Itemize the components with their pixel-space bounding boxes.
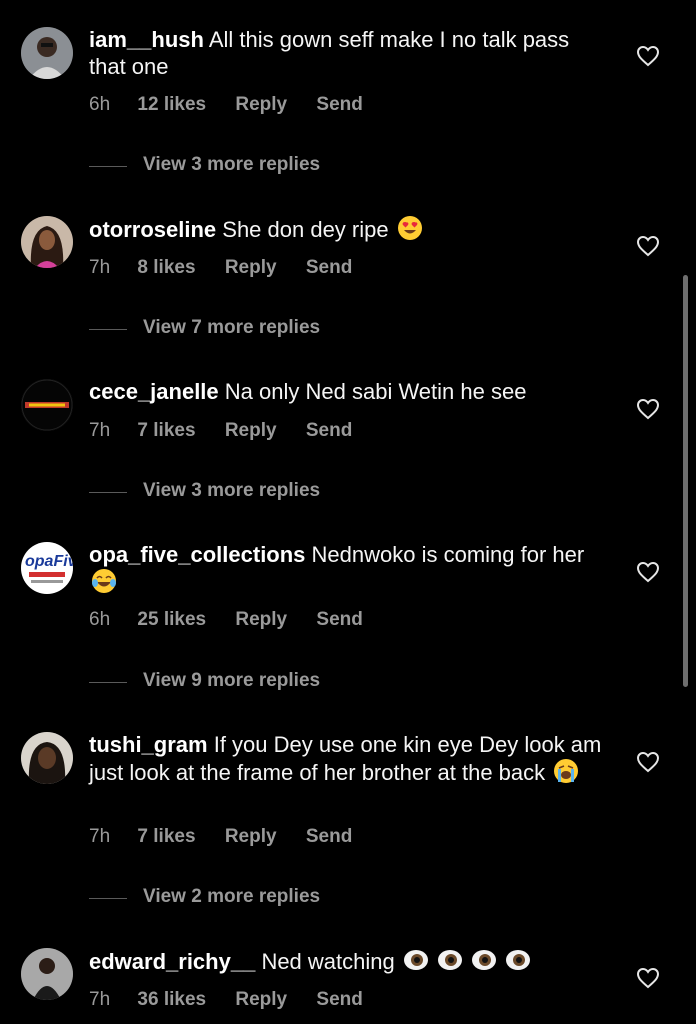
comment-time: 7h: [89, 826, 111, 847]
eyes-emoji-icon: [403, 950, 530, 970]
comment-meta: 7h 7 likes Reply Send: [89, 420, 376, 442]
comment-text: iam__hush All this gown seff make I no t…: [89, 26, 609, 80]
comment-meta: 6h 12 likes Reply Send: [89, 94, 387, 116]
tears-of-joy-emoji-icon: [92, 569, 116, 593]
send-button[interactable]: Send: [306, 257, 352, 278]
comment-body: Na only Ned sabi Wetin he see: [224, 379, 527, 404]
comment-body: She don dey ripe: [222, 217, 389, 242]
heart-eyes-emoji-icon: [397, 216, 422, 240]
comment-text: opa_five_collections Nednwoko is coming …: [89, 541, 609, 596]
avatar[interactable]: [21, 948, 73, 1000]
heart-icon[interactable]: [636, 751, 660, 773]
reply-button[interactable]: Reply: [235, 94, 287, 115]
comment-username[interactable]: otorroseline: [89, 217, 216, 242]
send-button[interactable]: Send: [316, 609, 362, 630]
comment-time: 6h: [89, 609, 111, 630]
reply-button[interactable]: Reply: [225, 257, 277, 278]
comment-time: 7h: [89, 420, 111, 441]
avatar-logo-text: opaFive Collection: [25, 553, 73, 570]
view-replies-label[interactable]: View 7 more replies: [143, 317, 320, 339]
send-button[interactable]: Send: [316, 989, 362, 1010]
comment-likes[interactable]: 7 likes: [137, 826, 195, 847]
loudly-crying-emoji-icon: [554, 759, 579, 783]
reply-button[interactable]: Reply: [225, 420, 277, 441]
reply-divider: [89, 329, 127, 330]
avatar[interactable]: [21, 27, 73, 79]
reply-divider: [89, 166, 127, 167]
view-replies-label[interactable]: View 9 more replies: [143, 670, 320, 692]
reply-divider: [89, 898, 127, 899]
reply-button[interactable]: Reply: [235, 989, 287, 1010]
view-replies-label[interactable]: View 3 more replies: [143, 480, 320, 502]
comment-meta: 6h 25 likes Reply Send: [89, 609, 387, 631]
avatar[interactable]: [21, 216, 73, 268]
comment-time: 7h: [89, 257, 111, 278]
reply-divider: [89, 682, 127, 683]
comment-username[interactable]: tushi_gram: [89, 732, 208, 757]
comment-likes[interactable]: 25 likes: [137, 609, 206, 630]
heart-icon[interactable]: [636, 561, 660, 583]
view-replies-label[interactable]: View 3 more replies: [143, 154, 320, 176]
comment-username[interactable]: iam__hush: [89, 27, 204, 52]
send-button[interactable]: Send: [306, 420, 352, 441]
avatar[interactable]: [21, 379, 73, 431]
heart-icon[interactable]: [636, 967, 660, 989]
comment-text: cece_janelle Na only Ned sabi Wetin he s…: [89, 378, 609, 405]
send-button[interactable]: Send: [306, 826, 352, 847]
send-button[interactable]: Send: [316, 94, 362, 115]
comment-meta: 7h 36 likes Reply Send: [89, 989, 387, 1011]
heart-icon[interactable]: [636, 235, 660, 257]
comment-meta: 7h 8 likes Reply Send: [89, 257, 376, 279]
comment-time: 7h: [89, 989, 111, 1010]
comment-time: 6h: [89, 94, 111, 115]
heart-icon[interactable]: [636, 45, 660, 67]
reply-button[interactable]: Reply: [225, 826, 277, 847]
comment-likes[interactable]: 12 likes: [137, 94, 206, 115]
heart-icon[interactable]: [636, 398, 660, 420]
comment-text: tushi_gram If you Dey use one kin eye De…: [89, 731, 609, 786]
comment-likes[interactable]: 8 likes: [137, 257, 195, 278]
comment-username[interactable]: edward_richy__: [89, 949, 255, 974]
comment-body: Nednwoko is coming for her: [311, 542, 585, 567]
comment-body: Ned watching: [261, 949, 395, 974]
avatar[interactable]: opaFive Collection: [21, 542, 73, 594]
comment-likes[interactable]: 7 likes: [137, 420, 195, 441]
comment-meta: 7h 7 likes Reply Send: [89, 826, 376, 848]
scrollbar[interactable]: [683, 275, 688, 687]
reply-divider: [89, 492, 127, 493]
comment-text: edward_richy__ Ned watching: [89, 947, 609, 975]
reply-button[interactable]: Reply: [235, 609, 287, 630]
view-replies-label[interactable]: View 2 more replies: [143, 886, 320, 908]
comment-username[interactable]: opa_five_collections: [89, 542, 305, 567]
comment-text: otorroseline She don dey ripe: [89, 215, 609, 243]
avatar[interactable]: [21, 732, 73, 784]
comment-username[interactable]: cece_janelle: [89, 379, 219, 404]
comment-likes[interactable]: 36 likes: [137, 989, 206, 1010]
